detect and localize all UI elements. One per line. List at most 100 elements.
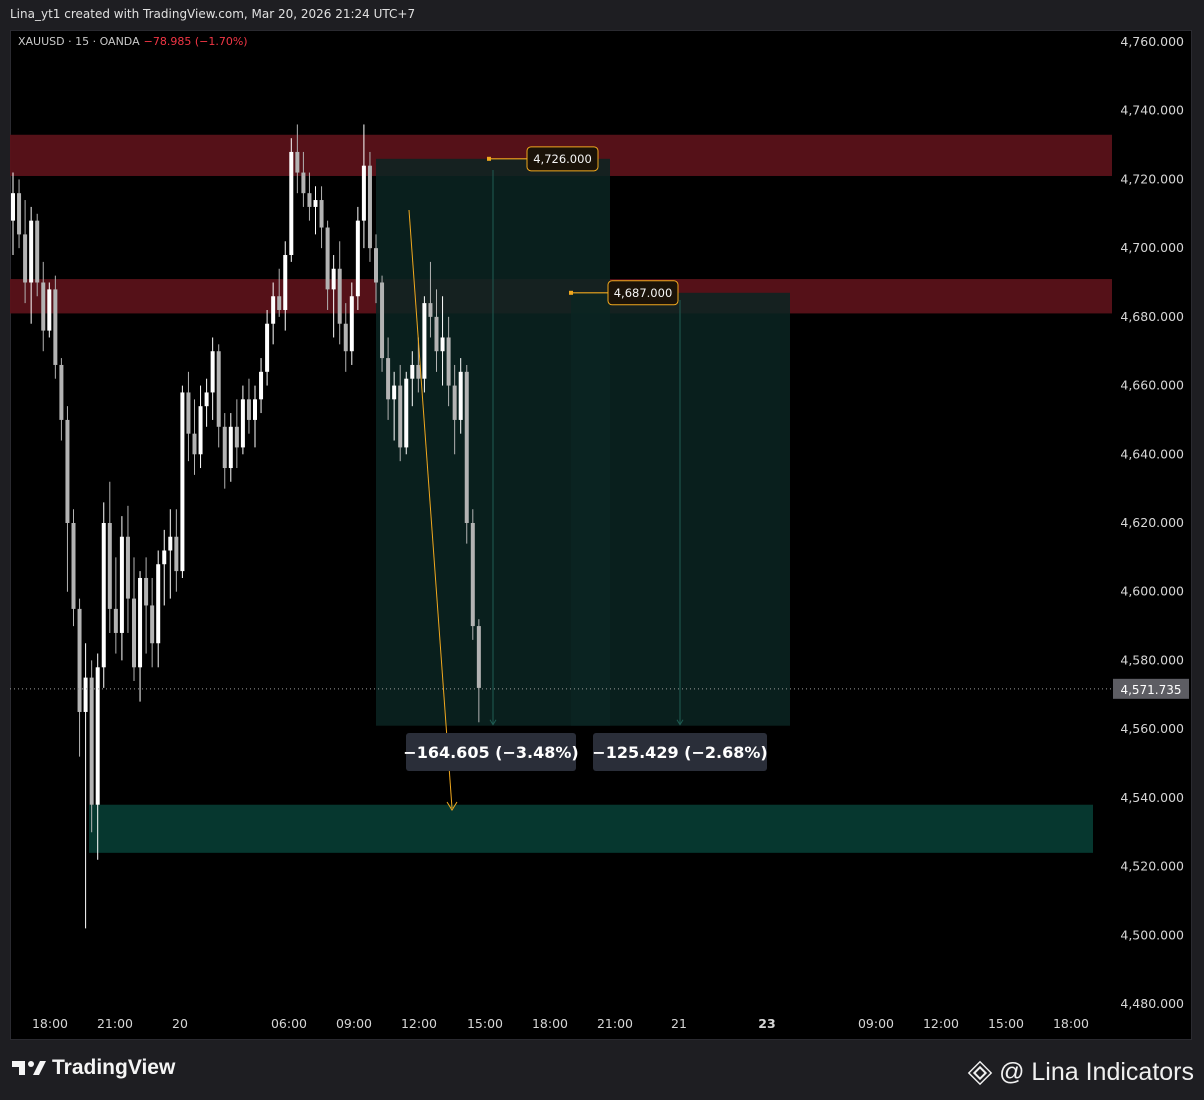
candle-body [222,426,227,469]
candle-body [398,385,403,448]
candle-body [380,282,385,359]
candle-body [271,296,276,324]
x-tick-label: 20 [172,1016,188,1031]
candle-body [138,577,143,668]
symbol-legend: XAUUSD · 15 · OANDA −78.985 (−1.70%) [18,35,248,48]
candle-body [113,608,118,633]
candle-body [434,316,439,352]
candle-body [119,536,124,633]
candle-body [240,399,245,448]
y-tick-label: 4,560.000 [1120,721,1184,736]
candle-body [246,399,251,420]
candle-body [295,151,300,173]
candle-body [343,323,348,352]
brand-text: @ Lina Indicators [999,1058,1194,1086]
y-tick-label: 4,620.000 [1120,515,1184,530]
y-tick-label: 4,740.000 [1120,103,1184,118]
candle-body [53,289,58,365]
candle-body [162,550,167,565]
candle-body [77,608,82,712]
y-tick-label: 4,500.000 [1120,927,1184,942]
entry-marker [569,290,573,295]
candle-body [386,358,391,400]
candle-body [422,303,427,379]
candle-body [180,392,185,572]
y-tick-label: 4,580.000 [1120,652,1184,667]
candle-body [355,220,360,297]
candle-body [107,523,112,609]
candle-body [65,419,70,523]
x-tick-label: 18:00 [1053,1016,1089,1031]
candle-body [125,536,130,599]
binance-diamond-icon [967,1060,993,1085]
y-tick-label: 4,540.000 [1120,790,1184,805]
candle-body [374,248,378,283]
candle-body [11,193,15,221]
candle-body [41,282,46,331]
candle-body [277,296,282,310]
candle-body [307,193,312,207]
candle-body [452,385,457,420]
x-tick-label: 18:00 [532,1016,568,1031]
candle-body [337,268,342,324]
y-tick-label: 4,480.000 [1120,996,1184,1011]
candle-body [319,200,324,228]
symbol-label: XAUUSD · 15 · OANDA [18,35,140,48]
x-tick-label: 15:00 [988,1016,1024,1031]
candle-body [265,323,270,372]
candle-body [392,385,397,400]
x-tick-label: 06:00 [271,1016,307,1031]
candle-body [101,523,106,668]
candle-body [47,289,52,331]
x-tick-label: 09:00 [336,1016,372,1031]
candle-body [186,392,191,434]
y-tick-label: 4,700.000 [1120,240,1184,255]
candle-body [253,399,257,420]
candle-body [144,577,149,606]
y-tick-label: 4,520.000 [1120,859,1184,874]
candle-body [234,426,239,448]
candle-body [440,337,445,352]
candle-body [132,598,136,668]
entry-marker [487,156,491,161]
candle-body [283,255,288,310]
y-tick-label: 4,760.000 [1120,34,1184,49]
candle-body [331,268,336,290]
x-tick-label: 21 [671,1016,687,1031]
candle-body [216,351,221,427]
candle-body [367,165,372,249]
candle-body [301,172,306,194]
candle-body [204,392,209,407]
entry-price-label: 4,687.000 [614,286,673,300]
brand-watermark: @ Lina Indicators [967,1058,1194,1087]
candle-body [198,406,203,455]
candle-body [29,220,34,283]
y-tick-label: 4,660.000 [1120,378,1184,393]
candle-body [289,151,294,256]
candlestick-chart[interactable]: 4,726.000 4,687.000 −164.605 (−3.48%) −125.… [0,0,1204,1100]
candle-body [446,337,451,386]
candle-body [464,371,469,523]
candle-body [83,677,88,712]
x-tick-label: 21:00 [597,1016,633,1031]
price-change: −78.985 (−1.70%) [143,35,248,48]
candle-body [313,200,318,207]
x-tick-label: 21:00 [97,1016,133,1031]
x-tick-label: 15:00 [467,1016,503,1031]
y-tick-label: 4,680.000 [1120,309,1184,324]
tradingview-logo[interactable]: TradingView [12,1056,175,1080]
entry-price-label: 4,726.000 [533,152,592,166]
candle-body [35,220,40,283]
candle-body [89,677,94,805]
y-tick-label: 4,720.000 [1120,171,1184,186]
x-tick-label: 18:00 [32,1016,68,1031]
candle-body [95,667,100,805]
candle-body [192,433,197,455]
candle-body [156,564,161,644]
candle-body [150,605,155,644]
last-price-label: 4,571.735 [1120,683,1181,697]
candle-body [59,364,64,420]
target-zone [89,804,1093,853]
candle-body [17,193,22,235]
y-tick-label: 4,640.000 [1120,446,1184,461]
